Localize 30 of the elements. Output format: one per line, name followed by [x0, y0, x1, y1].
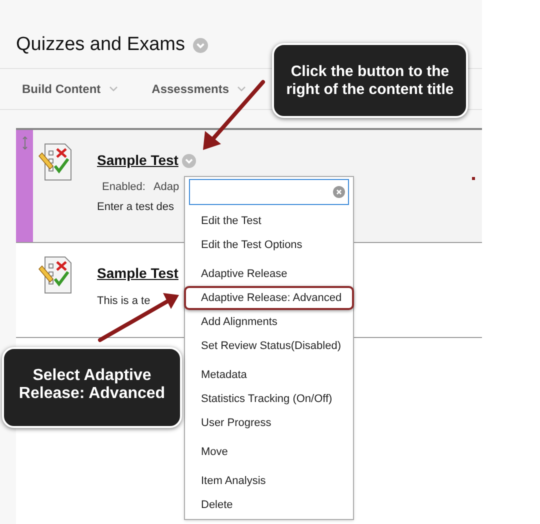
menu-item[interactable]: User Progress: [184, 411, 354, 435]
callout: Click the button to the right of the content title: [272, 43, 468, 118]
menu-item[interactable]: Adaptive Release: Advanced: [184, 286, 354, 310]
page-title: Quizzes and Exams: [16, 32, 185, 57]
menu-item[interactable]: Delete: [184, 493, 354, 517]
drag-handle-icon[interactable]: [22, 136, 28, 150]
menu-item[interactable]: Set Review Status(Disabled): [184, 334, 354, 358]
item-title-link[interactable]: Sample Test: [97, 150, 178, 171]
callout: Select Adaptive Release: Advanced: [2, 347, 182, 428]
menu-item[interactable]: Move: [184, 440, 354, 464]
toolbar-menu[interactable]: Assessments: [152, 80, 246, 98]
menu-item[interactable]: Statistics Tracking (On/Off): [184, 387, 354, 411]
options-chevron-icon[interactable]: [182, 154, 196, 168]
caret-icon: [108, 86, 118, 92]
status-value: Adap: [153, 180, 180, 195]
chevron-icon[interactable]: [192, 38, 208, 52]
caret-icon: [237, 86, 246, 92]
menu-item[interactable]: Item Analysis: [184, 469, 354, 493]
menu-item[interactable]: Edit the Test: [184, 209, 354, 233]
item-description: Enter a test des: [97, 200, 176, 214]
status-label: Enabled:: [102, 180, 146, 195]
menu-item[interactable]: Add Alignments: [184, 310, 354, 334]
clear-icon[interactable]: [333, 186, 345, 198]
menu-search-field[interactable]: [189, 179, 349, 205]
toolbar-menu[interactable]: Build Content: [22, 80, 118, 98]
menu-item[interactable]: Edit the Test Options: [184, 233, 354, 257]
item-title-link[interactable]: Sample Test: [97, 263, 178, 284]
menu-item[interactable]: Metadata: [184, 363, 354, 387]
item-description: This is a te: [97, 294, 152, 309]
menu-item[interactable]: Adaptive Release: [184, 262, 354, 286]
